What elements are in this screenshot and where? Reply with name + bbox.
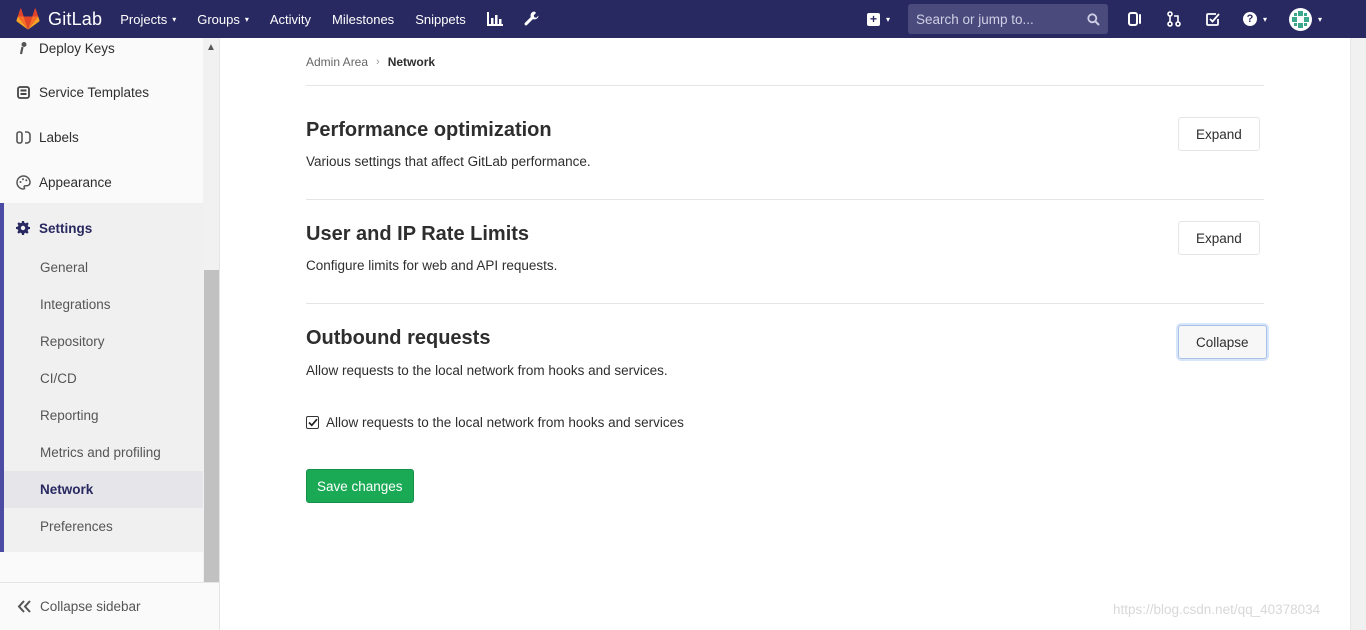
nav-milestones[interactable]: Milestones bbox=[332, 0, 394, 38]
wrench-icon[interactable] bbox=[524, 11, 540, 27]
labels-icon bbox=[15, 129, 31, 145]
nav-milestones-label: Milestones bbox=[332, 11, 395, 27]
sidebar-subitem-network[interactable]: Network bbox=[4, 471, 203, 508]
sidebar-item-deploy-keys[interactable]: Deploy Keys bbox=[0, 38, 203, 58]
key-icon bbox=[15, 40, 31, 56]
chevron-down-icon: ▾ bbox=[244, 14, 249, 24]
search-box[interactable] bbox=[907, 4, 1108, 34]
sidebar-item-label: Appearance bbox=[39, 174, 112, 190]
collapse-sidebar-button[interactable]: Collapse sidebar bbox=[0, 582, 219, 630]
nav-right: + ▾ ? ▾ ▾ bbox=[866, 0, 1366, 38]
chevron-right-icon: › bbox=[376, 56, 380, 68]
chevron-down-icon: ▾ bbox=[1317, 14, 1322, 24]
plus-icon: + bbox=[866, 12, 880, 26]
admin-sidebar: Deploy Keys Service Templates Labels App… bbox=[0, 38, 220, 630]
sidebar-subitem-reporting[interactable]: Reporting bbox=[4, 397, 203, 434]
sidebar-item-settings[interactable]: Settings bbox=[4, 213, 203, 243]
chevron-down-icon: ▾ bbox=[885, 14, 890, 24]
sidebar-subitem-repository[interactable]: Repository bbox=[4, 323, 203, 360]
scroll-up-arrow-icon[interactable]: ▲ bbox=[203, 42, 219, 54]
sidebar-subitem-integrations[interactable]: Integrations bbox=[4, 286, 203, 323]
main-content: Admin Area › Network Performance optimiz… bbox=[220, 38, 1350, 630]
double-chevron-left-icon bbox=[16, 599, 32, 615]
sidebar-scrollbar[interactable]: ▲ bbox=[203, 38, 219, 583]
todos-icon[interactable] bbox=[1204, 10, 1222, 28]
gear-icon bbox=[15, 220, 31, 236]
allow-local-requests-label: Allow requests to the local network from… bbox=[326, 415, 684, 430]
collapse-sidebar-label: Collapse sidebar bbox=[40, 599, 141, 614]
sidebar-item-label: Settings bbox=[39, 220, 93, 236]
template-icon bbox=[15, 84, 31, 100]
sidebar-subitem-metrics-and-profiling[interactable]: Metrics and profiling bbox=[4, 434, 203, 471]
breadcrumb-admin-area[interactable]: Admin Area bbox=[306, 55, 368, 69]
allow-local-requests-checkbox-row[interactable]: Allow requests to the local network from… bbox=[306, 415, 684, 430]
section-desc-outbound: Allow requests to the local network from… bbox=[306, 363, 668, 378]
brand-name: GitLab bbox=[48, 8, 103, 29]
breadcrumb: Admin Area › Network bbox=[306, 55, 435, 69]
sidebar-item-label: Labels bbox=[39, 129, 79, 145]
nav-projects[interactable]: Projects ▾ bbox=[120, 0, 176, 38]
nav-snippets[interactable]: Snippets bbox=[415, 0, 466, 38]
top-navbar: GitLab Projects ▾ Groups ▾ Activity Mile… bbox=[0, 0, 1366, 38]
watermark: https://blog.csdn.net/qq_40378034 bbox=[1113, 602, 1321, 617]
divider bbox=[306, 303, 1264, 304]
user-menu[interactable]: ▾ bbox=[1288, 7, 1322, 31]
sidebar-item-service-templates[interactable]: Service Templates bbox=[0, 77, 203, 107]
sidebar-subitem-ci-cd[interactable]: CI/CD bbox=[4, 360, 203, 397]
help-icon: ? bbox=[1242, 12, 1257, 26]
sidebar-item-labels[interactable]: Labels bbox=[0, 122, 203, 152]
search-input[interactable] bbox=[915, 11, 1087, 27]
window-scrollbar[interactable] bbox=[1350, 38, 1366, 630]
chart-icon[interactable] bbox=[486, 11, 503, 27]
sidebar-item-appearance[interactable]: Appearance bbox=[0, 167, 203, 197]
save-changes-button[interactable]: Save changes bbox=[306, 469, 414, 503]
nav-groups[interactable]: Groups ▾ bbox=[197, 0, 249, 38]
gitlab-home-link[interactable]: GitLab bbox=[0, 0, 102, 38]
merge-requests-icon[interactable] bbox=[1165, 10, 1183, 28]
help-dropdown[interactable]: ? ▾ bbox=[1242, 12, 1267, 26]
expand-performance-button[interactable]: Expand bbox=[1178, 117, 1260, 151]
sidebar-settings-group: Settings General Integrations Repository… bbox=[0, 203, 203, 552]
nav-activity[interactable]: Activity bbox=[270, 0, 311, 38]
breadcrumb-current[interactable]: Network bbox=[388, 55, 435, 69]
sidebar-item-label: Service Templates bbox=[39, 84, 150, 100]
issues-icon[interactable] bbox=[1126, 10, 1144, 28]
sidebar-subitem-general[interactable]: General bbox=[4, 249, 203, 286]
nav-projects-label: Projects bbox=[120, 11, 168, 27]
collapse-outbound-button[interactable]: Collapse bbox=[1178, 325, 1267, 359]
gitlab-logo-icon bbox=[16, 8, 40, 30]
nav-snippets-label: Snippets bbox=[415, 11, 466, 27]
checkmark-icon bbox=[307, 418, 318, 427]
nav-links: Projects ▾ Groups ▾ Activity Milestones … bbox=[120, 0, 561, 38]
nav-activity-label: Activity bbox=[269, 11, 312, 27]
user-avatar bbox=[1288, 7, 1312, 31]
chevron-down-icon: ▾ bbox=[172, 14, 177, 24]
allow-local-requests-checkbox[interactable] bbox=[306, 416, 319, 429]
sidebar-item-label: Deploy Keys bbox=[39, 40, 115, 56]
sidebar-subitem-preferences[interactable]: Preferences bbox=[4, 508, 203, 545]
section-desc-performance: Various settings that affect GitLab perf… bbox=[306, 154, 591, 169]
nav-groups-label: Groups bbox=[197, 11, 240, 27]
search-icon bbox=[1087, 12, 1100, 26]
expand-rate-limits-button[interactable]: Expand bbox=[1178, 221, 1260, 255]
section-title-outbound: Outbound requests bbox=[306, 327, 491, 349]
section-desc-rate-limits: Configure limits for web and API request… bbox=[306, 258, 558, 273]
section-title-rate-limits: User and IP Rate Limits bbox=[306, 223, 530, 245]
palette-icon bbox=[15, 174, 31, 190]
divider bbox=[306, 199, 1264, 200]
chevron-down-icon: ▾ bbox=[1262, 14, 1267, 24]
sidebar-scroll-thumb[interactable] bbox=[204, 270, 219, 582]
new-item-dropdown[interactable]: + ▾ bbox=[866, 12, 890, 26]
divider bbox=[306, 85, 1264, 86]
section-title-performance: Performance optimization bbox=[306, 119, 552, 141]
